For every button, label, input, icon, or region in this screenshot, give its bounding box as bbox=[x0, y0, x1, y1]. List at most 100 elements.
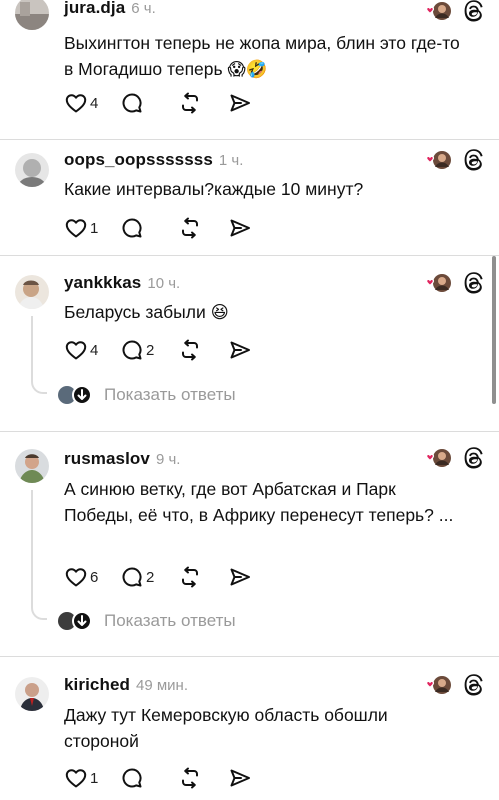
reply-avatars bbox=[58, 384, 96, 406]
send-icon bbox=[228, 565, 252, 589]
show-replies-label: Показать ответы bbox=[104, 611, 236, 630]
comment-text: Беларусь забыли 😆 bbox=[64, 302, 229, 322]
send-icon bbox=[228, 766, 252, 790]
heart-outline-icon bbox=[64, 338, 88, 362]
like-button[interactable]: 1 bbox=[64, 766, 120, 790]
threads-logo-icon bbox=[462, 0, 486, 23]
like-count: 1 bbox=[90, 219, 99, 237]
comment-text: Выхингтон теперь не жопа мира, блин это … bbox=[64, 33, 460, 79]
avatar[interactable] bbox=[15, 677, 49, 711]
show-replies-label: Показать ответы bbox=[104, 385, 236, 404]
action-bar: 4 2 bbox=[64, 338, 252, 362]
comment-text: А синюю ветку, где вот Арбатская и Парк … bbox=[64, 479, 454, 525]
threads-logo-icon bbox=[462, 271, 486, 295]
heart-outline-icon bbox=[64, 766, 88, 790]
reply-button[interactable] bbox=[120, 766, 178, 790]
thread-connector bbox=[31, 316, 47, 394]
like-count: 1 bbox=[90, 769, 99, 787]
like-count: 4 bbox=[90, 94, 99, 112]
heart-avatar-badge-icon bbox=[423, 674, 453, 696]
send-icon bbox=[228, 338, 252, 362]
timestamp: 9 ч. bbox=[155, 451, 181, 468]
heart-avatar-badge-icon bbox=[423, 149, 453, 171]
timestamp: 10 ч. bbox=[147, 275, 181, 292]
share-button[interactable] bbox=[228, 338, 252, 362]
comment-header: rusmaslov 9 ч. bbox=[64, 449, 180, 469]
reply-avatars bbox=[58, 610, 96, 632]
reply-button[interactable]: 2 bbox=[120, 565, 178, 589]
repost-icon bbox=[178, 565, 202, 589]
action-bar: 4 bbox=[64, 91, 252, 115]
action-bar: 6 2 bbox=[64, 565, 252, 589]
comment-text: Дажу тут Кемеровскую область обошли стор… bbox=[64, 705, 388, 751]
speech-bubble-icon bbox=[120, 216, 144, 240]
like-count: 6 bbox=[90, 568, 99, 586]
threads-logo-icon bbox=[462, 446, 486, 470]
heart-avatar-badge-icon bbox=[423, 0, 453, 22]
repost-icon bbox=[178, 91, 202, 115]
threads-logo-icon bbox=[462, 148, 486, 172]
reply-button[interactable]: 2 bbox=[120, 338, 178, 362]
comment-rusmaslov: rusmaslov 9 ч. А синюю ветку, где вот Ар… bbox=[0, 432, 499, 656]
reply-button[interactable] bbox=[120, 91, 178, 115]
action-bar: 1 bbox=[64, 766, 252, 790]
heart-avatar-badge-icon bbox=[423, 272, 453, 294]
send-icon bbox=[228, 91, 252, 115]
heart-outline-icon bbox=[64, 565, 88, 589]
share-button[interactable] bbox=[228, 766, 252, 790]
comment-jura-dja: jura.dja 6 ч. Выхингтон теперь не жопа м… bbox=[0, 0, 499, 140]
comment-header: jura.dja 6 ч. bbox=[64, 0, 156, 18]
repost-button[interactable] bbox=[178, 216, 228, 240]
username[interactable]: oops_oopsssssss bbox=[64, 150, 213, 170]
repost-icon bbox=[178, 766, 202, 790]
send-icon bbox=[228, 216, 252, 240]
scrollbar[interactable] bbox=[492, 256, 496, 404]
reply-button[interactable] bbox=[120, 216, 178, 240]
repost-button[interactable] bbox=[178, 565, 228, 589]
speech-bubble-icon bbox=[120, 91, 144, 115]
avatar[interactable] bbox=[15, 275, 49, 309]
username[interactable]: rusmaslov bbox=[64, 449, 150, 469]
comment-kiriched: kiriched 49 мин. Дажу тут Кемеровскую об… bbox=[0, 657, 499, 800]
heart-outline-icon bbox=[64, 91, 88, 115]
username[interactable]: kiriched bbox=[64, 675, 130, 695]
action-bar: 1 bbox=[64, 216, 252, 240]
speech-bubble-icon bbox=[120, 565, 144, 589]
share-button[interactable] bbox=[228, 565, 252, 589]
avatar[interactable] bbox=[15, 153, 49, 187]
comment-yankkkas: yankkkas 10 ч. Беларусь забыли 😆 4 2 Пок… bbox=[0, 256, 499, 432]
repost-icon bbox=[178, 216, 202, 240]
heart-outline-icon bbox=[64, 216, 88, 240]
timestamp: 49 мин. bbox=[136, 677, 188, 694]
repost-button[interactable] bbox=[178, 338, 228, 362]
like-button[interactable]: 4 bbox=[64, 338, 120, 362]
repost-button[interactable] bbox=[178, 91, 228, 115]
username[interactable]: yankkkas bbox=[64, 273, 141, 293]
avatar[interactable] bbox=[15, 449, 49, 483]
chevron-down-icon bbox=[72, 385, 92, 405]
avatar[interactable] bbox=[15, 0, 49, 30]
share-button[interactable] bbox=[228, 91, 252, 115]
speech-bubble-icon bbox=[120, 338, 144, 362]
like-button[interactable]: 6 bbox=[64, 565, 120, 589]
thread-connector bbox=[31, 490, 47, 620]
show-replies-button[interactable]: Показать ответы bbox=[58, 384, 236, 406]
comment-header: yankkkas 10 ч. bbox=[64, 273, 180, 293]
like-count: 4 bbox=[90, 341, 99, 359]
username[interactable]: jura.dja bbox=[64, 0, 125, 18]
chevron-down-icon bbox=[72, 611, 92, 631]
comment-header: oops_oopsssssss 1 ч. bbox=[64, 150, 243, 170]
heart-avatar-badge-icon bbox=[423, 447, 453, 469]
reply-count: 2 bbox=[146, 341, 155, 359]
timestamp: 1 ч. bbox=[218, 152, 244, 169]
like-button[interactable]: 1 bbox=[64, 216, 120, 240]
show-replies-button[interactable]: Показать ответы bbox=[58, 610, 236, 632]
share-button[interactable] bbox=[228, 216, 252, 240]
repost-button[interactable] bbox=[178, 766, 228, 790]
speech-bubble-icon bbox=[120, 766, 144, 790]
like-button[interactable]: 4 bbox=[64, 91, 120, 115]
comment-oops: oops_oopsssssss 1 ч. Какие интервалы?каж… bbox=[0, 140, 499, 256]
comment-header: kiriched 49 мин. bbox=[64, 675, 188, 695]
repost-icon bbox=[178, 338, 202, 362]
threads-logo-icon bbox=[462, 673, 486, 697]
